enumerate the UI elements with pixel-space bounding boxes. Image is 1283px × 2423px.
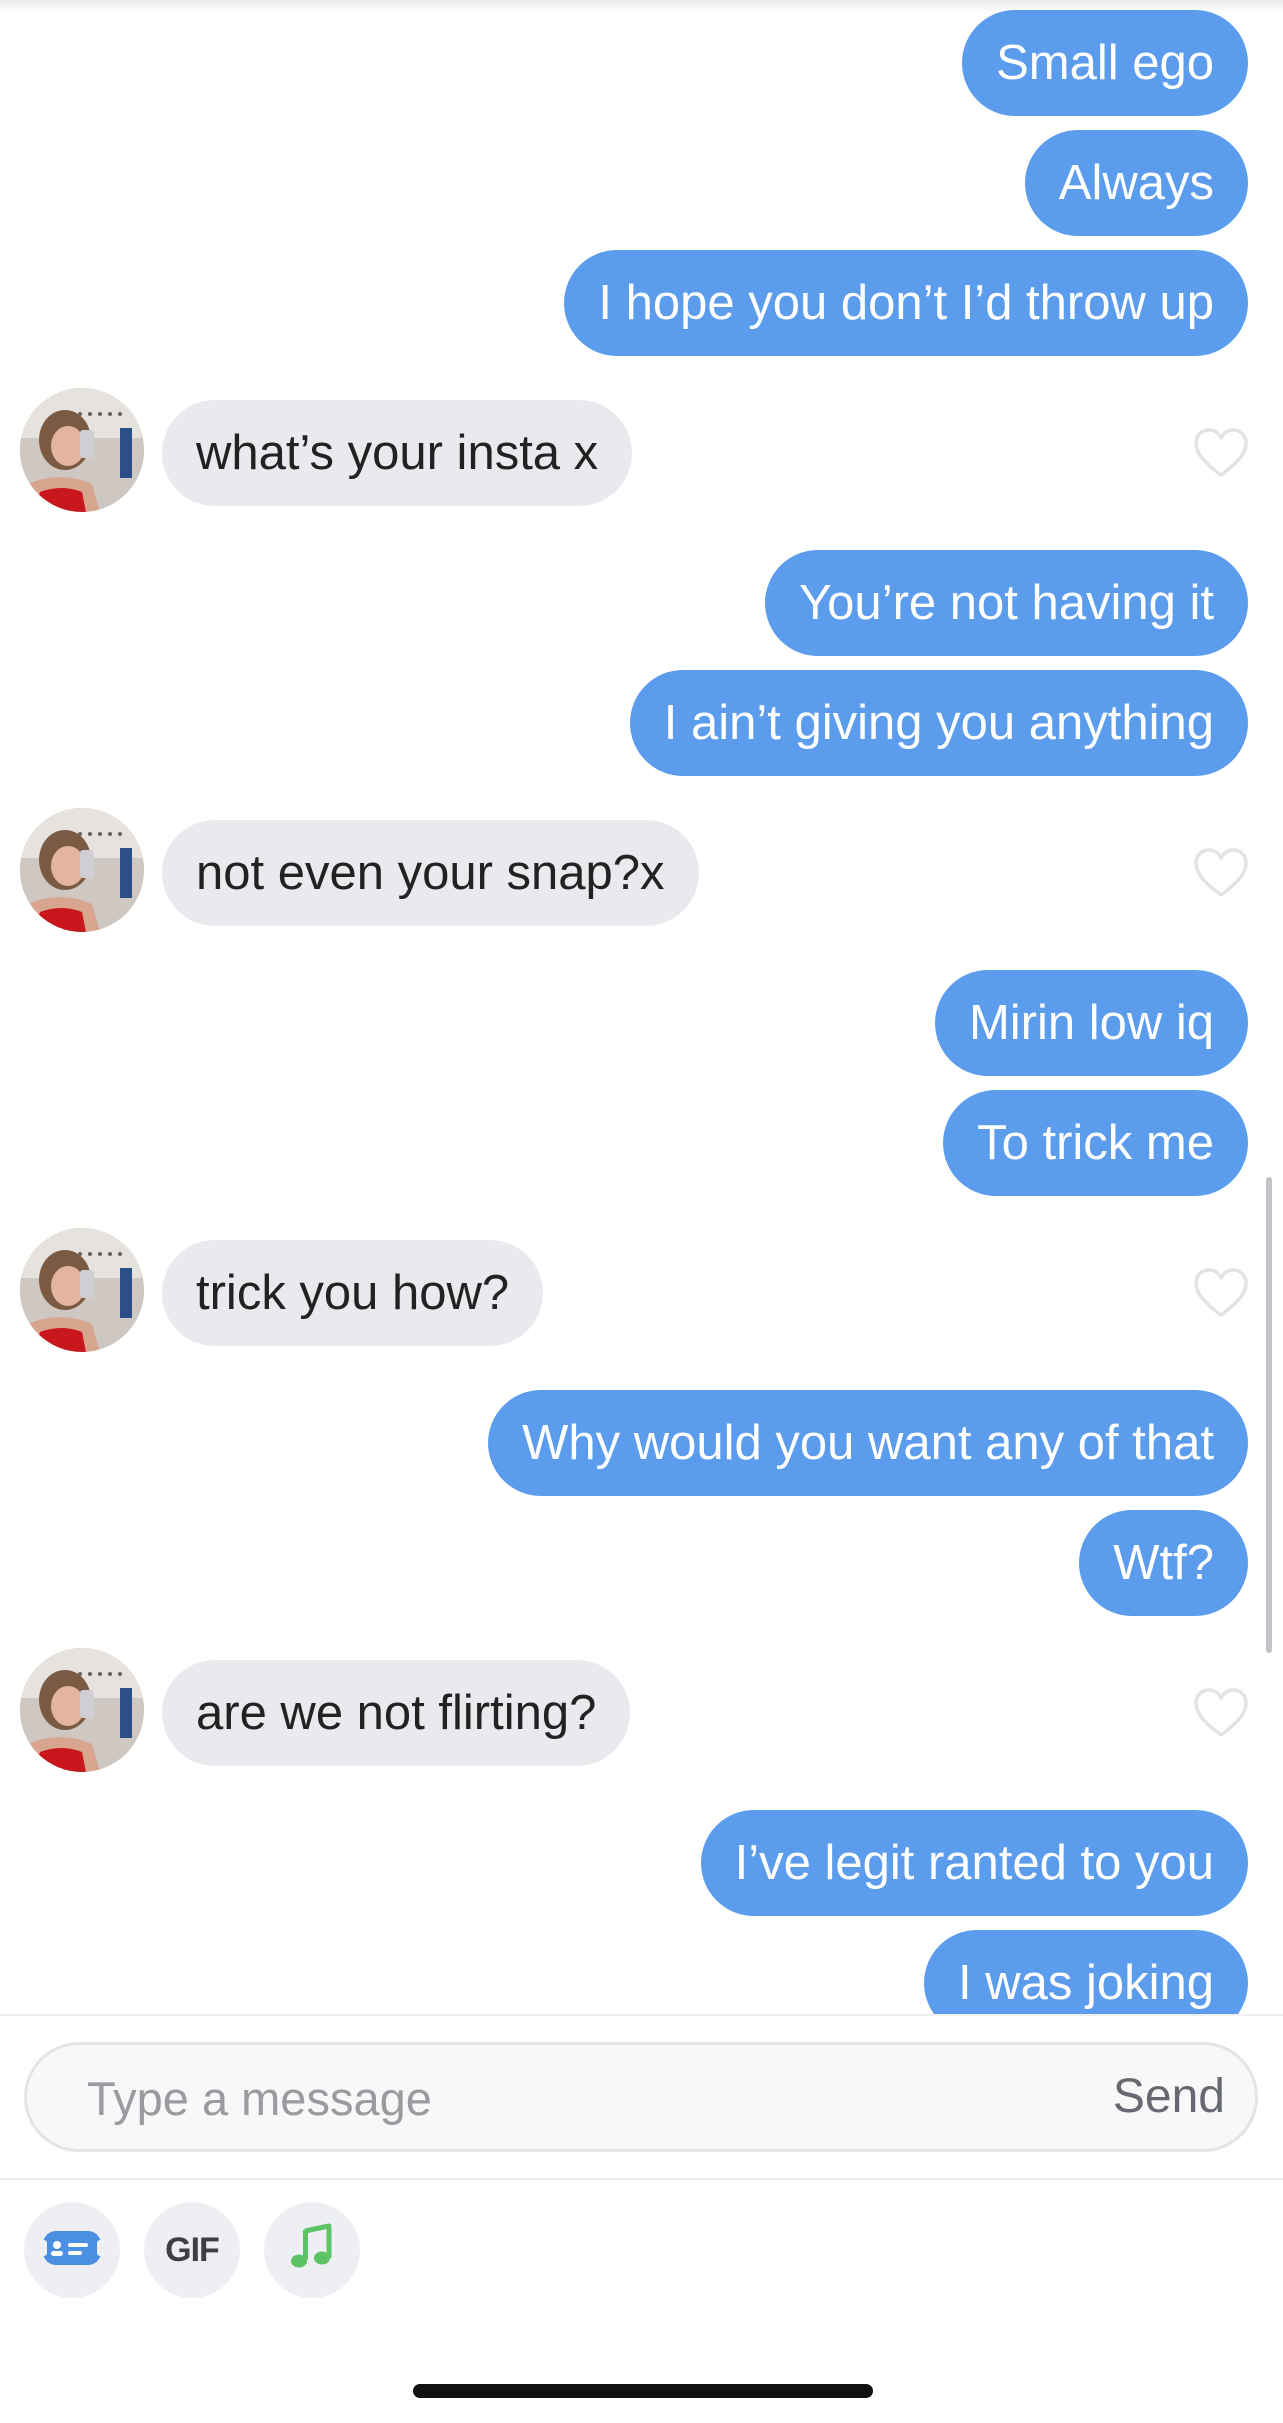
outgoing-message: You’re not having it <box>0 550 1283 656</box>
message-bubble[interactable]: Wtf? <box>1079 1510 1248 1616</box>
gif-icon: GIF <box>165 2230 220 2269</box>
scrollbar[interactable] <box>1266 1177 1272 1653</box>
message-bubble[interactable]: Always <box>1024 130 1248 236</box>
message-bubble[interactable]: Mirin low iq <box>934 970 1248 1076</box>
like-heart-icon[interactable] <box>1191 1683 1251 1743</box>
avatar[interactable] <box>20 808 144 932</box>
like-heart-icon[interactable] <box>1191 423 1251 483</box>
incoming-message: are we not flirting? <box>0 1648 1283 1772</box>
outgoing-message: Mirin low iq <box>0 970 1283 1076</box>
home-indicator[interactable] <box>413 2384 873 2398</box>
composer: Send GIF <box>0 2014 1283 2423</box>
message-bubble[interactable]: not even your snap?x <box>162 820 699 926</box>
outgoing-message: I ain’t giving you anything <box>0 670 1283 776</box>
send-button[interactable]: Send <box>1113 2045 1225 2149</box>
message-bubble[interactable]: To trick me <box>943 1090 1248 1196</box>
message-bubble[interactable]: I ain’t giving you anything <box>629 670 1248 776</box>
incoming-message: what’s your insta x <box>0 388 1283 512</box>
avatar[interactable] <box>20 1228 144 1352</box>
message-bubble[interactable]: Small ego <box>962 10 1248 116</box>
outgoing-message: To trick me <box>0 1090 1283 1196</box>
message-bubble[interactable]: You’re not having it <box>765 550 1248 656</box>
card-icon <box>39 2227 105 2274</box>
message-bubble[interactable]: I’ve legit ranted to you <box>700 1810 1248 1916</box>
outgoing-message: Why would you want any of that <box>0 1390 1283 1496</box>
message-input-pill[interactable]: Send <box>24 2042 1258 2152</box>
gif-button[interactable]: GIF <box>144 2202 240 2298</box>
incoming-message: not even your snap?x <box>0 808 1283 932</box>
message-bubble[interactable]: trick you how? <box>162 1240 544 1346</box>
outgoing-message: I hope you don’t I’d throw up <box>0 250 1283 356</box>
message-input[interactable] <box>85 2045 989 2151</box>
outgoing-message: I was joking <box>0 1930 1283 2014</box>
card-button[interactable] <box>24 2202 120 2298</box>
outgoing-message: Wtf? <box>0 1510 1283 1616</box>
outgoing-message: I’ve legit ranted to you <box>0 1810 1283 1916</box>
outgoing-message: Small ego <box>0 10 1283 116</box>
outgoing-message: Always <box>0 130 1283 236</box>
avatar[interactable] <box>20 1648 144 1772</box>
like-heart-icon[interactable] <box>1191 843 1251 903</box>
music-note-icon <box>286 2222 338 2279</box>
avatar[interactable] <box>20 388 144 512</box>
like-heart-icon[interactable] <box>1191 1263 1251 1323</box>
message-bubble[interactable]: are we not flirting? <box>162 1660 631 1766</box>
message-list[interactable]: Small ego Always I hope you don’t I’d thro… <box>0 0 1283 2014</box>
message-bubble[interactable]: Why would you want any of that <box>488 1390 1248 1496</box>
message-bubble[interactable]: I was joking <box>923 1930 1248 2014</box>
message-bubble[interactable]: I hope you don’t I’d throw up <box>564 250 1248 356</box>
incoming-message: trick you how? <box>0 1228 1283 1352</box>
music-button[interactable] <box>264 2202 360 2298</box>
divider <box>0 2178 1283 2180</box>
message-bubble[interactable]: what’s your insta x <box>162 400 633 506</box>
